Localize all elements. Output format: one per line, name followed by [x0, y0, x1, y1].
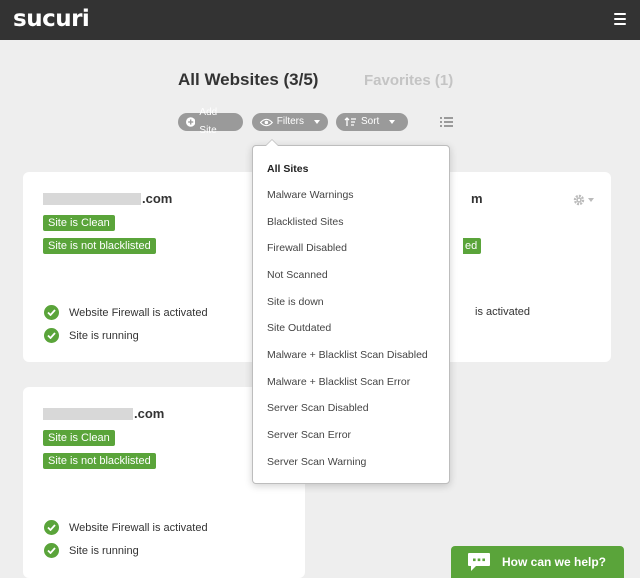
- sort-icon: [344, 117, 356, 126]
- redacted-domain: [43, 192, 141, 205]
- filter-option[interactable]: Blacklisted Sites: [267, 216, 343, 228]
- site-domain[interactable]: .com: [43, 406, 164, 421]
- check-circle-icon: [44, 328, 59, 343]
- site-domain-partial[interactable]: m: [471, 191, 483, 206]
- tab-favorites[interactable]: Favorites (1): [364, 72, 453, 89]
- redacted-domain: [43, 407, 133, 420]
- filter-option[interactable]: Site is down: [267, 296, 324, 308]
- hamburger-menu-icon[interactable]: [614, 13, 626, 25]
- status-text: Site is running: [69, 544, 139, 557]
- status-badge: Site is Clean: [43, 430, 115, 446]
- gear-icon: [573, 194, 585, 206]
- chevron-down-icon: [588, 198, 594, 202]
- status-badge: Site is Clean: [43, 215, 115, 231]
- chevron-down-icon: [314, 120, 320, 124]
- status-text: Website Firewall is activated: [69, 521, 208, 534]
- site-settings-menu[interactable]: [573, 194, 594, 206]
- add-site-label: Add Site: [199, 107, 218, 136]
- chat-bubble-icon: [468, 553, 490, 571]
- filter-option[interactable]: Malware + Blacklist Scan Error: [267, 376, 410, 388]
- domain-suffix: .com: [142, 191, 173, 206]
- chevron-down-icon: [389, 120, 396, 124]
- check-circle-icon: [44, 520, 59, 535]
- status-text: Website Firewall is activated: [69, 306, 208, 319]
- status-text: Site is running: [69, 329, 139, 342]
- filter-option[interactable]: Firewall Disabled: [267, 242, 347, 254]
- filter-option[interactable]: Server Scan Warning: [267, 456, 366, 468]
- sucuri-logo[interactable]: sucuri: [13, 6, 90, 32]
- list-view-icon[interactable]: [440, 116, 453, 128]
- status-badge-partial: ed: [463, 238, 482, 254]
- status-row: Site is running: [44, 543, 139, 558]
- eye-icon: [260, 118, 273, 126]
- status-row: Website Firewall is activated: [44, 520, 208, 535]
- filter-option[interactable]: Site Outdated: [267, 322, 331, 334]
- sort-button[interactable]: Sort: [336, 113, 408, 131]
- check-circle-icon: [44, 305, 59, 320]
- filter-option[interactable]: Server Scan Disabled: [267, 402, 369, 414]
- filter-option[interactable]: All Sites: [267, 163, 308, 175]
- filter-option[interactable]: Malware + Blacklist Scan Disabled: [267, 349, 428, 361]
- sort-label: Sort: [361, 116, 380, 127]
- site-domain[interactable]: .com: [43, 191, 172, 206]
- status-badge: Site is not blacklisted: [43, 453, 156, 469]
- status-row: Site is running: [44, 328, 139, 343]
- filter-option[interactable]: Server Scan Error: [267, 429, 351, 441]
- top-bar: sucuri: [0, 0, 640, 40]
- check-circle-icon: [44, 543, 59, 558]
- plus-circle-icon: [186, 117, 196, 127]
- filter-option[interactable]: Malware Warnings: [267, 189, 354, 201]
- filters-button[interactable]: Filters: [252, 113, 328, 131]
- help-label: How can we help?: [502, 555, 607, 569]
- status-text-partial: is activated: [475, 306, 531, 318]
- status-badge: Site is not blacklisted: [43, 238, 156, 254]
- filter-option[interactable]: Not Scanned: [267, 269, 328, 281]
- tab-all-websites[interactable]: All Websites (3/5): [178, 70, 318, 90]
- status-row: Website Firewall is activated: [44, 305, 208, 320]
- add-site-button[interactable]: Add Site: [178, 107, 243, 136]
- domain-suffix: .com: [134, 406, 165, 421]
- help-chat-button[interactable]: How can we help?: [451, 546, 624, 578]
- filters-dropdown: All Sites Malware Warnings Blacklisted S…: [252, 139, 450, 484]
- filters-label: Filters: [276, 116, 304, 127]
